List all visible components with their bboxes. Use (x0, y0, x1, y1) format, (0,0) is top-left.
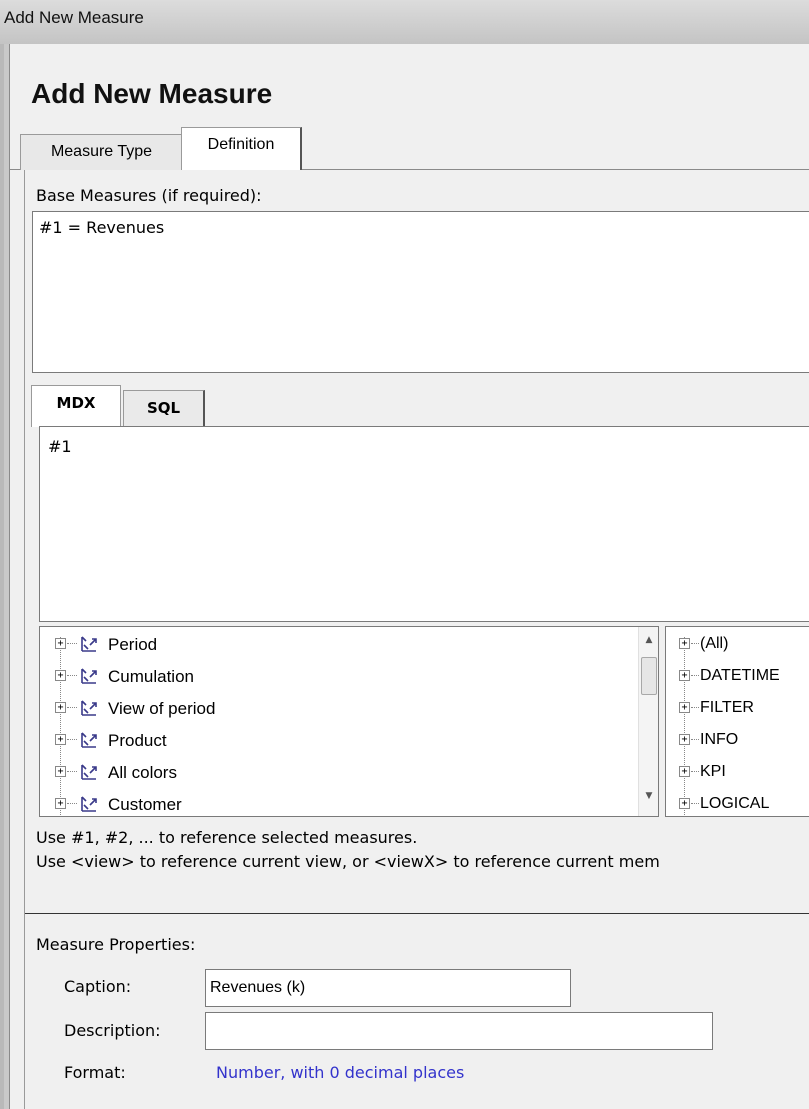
function-tree-item[interactable]: + DATETIME (666, 665, 809, 689)
function-tree-item[interactable]: + (All) (666, 633, 809, 657)
caption-label: Caption: (64, 977, 132, 996)
function-tree-label: (All) (700, 635, 729, 652)
description-input[interactable] (205, 1012, 713, 1050)
tree-connector (691, 771, 699, 772)
tree-connector (691, 675, 699, 676)
dimension-tree-scrollbar[interactable]: ▲ ▼ (638, 627, 658, 816)
expand-icon[interactable]: + (679, 638, 690, 649)
tree-connector (67, 675, 77, 676)
dimension-tree-label: Product (108, 731, 167, 750)
function-tree-label: FILTER (700, 699, 754, 716)
dialog-heading: Add New Measure (31, 78, 273, 109)
tree-connector (67, 803, 77, 804)
expand-icon[interactable]: + (679, 766, 690, 777)
function-tree-label: LOGICAL (700, 795, 770, 812)
tree-guide (60, 637, 61, 816)
dimension-tree-label: Cumulation (108, 667, 194, 686)
tree-connector (691, 643, 699, 644)
function-tree-item[interactable]: + LOGICAL (666, 793, 809, 816)
hierarchy-icon (81, 668, 97, 684)
scroll-down-arrow-icon[interactable]: ▼ (639, 787, 658, 805)
scroll-up-arrow-icon[interactable]: ▲ (639, 631, 658, 649)
tree-connector (691, 739, 699, 740)
dimension-tree-item[interactable]: + Cumulation (40, 665, 630, 689)
dimension-tree-label: View of period (108, 699, 216, 718)
description-label: Description: (64, 1021, 161, 1040)
expand-icon[interactable]: + (55, 766, 66, 777)
tree-connector (67, 707, 77, 708)
expand-icon[interactable]: + (55, 734, 66, 745)
dimension-tree-item[interactable]: + Customer (40, 793, 630, 816)
base-measures-label: Base Measures (if required): (36, 186, 262, 205)
section-divider (25, 913, 809, 914)
function-tree-label: DATETIME (700, 667, 780, 684)
window-titlebar: Add New Measure (0, 0, 809, 44)
function-tree[interactable]: + (All) + DATETIME + FILTER + INFO + KPI + LOGICAL (665, 626, 809, 817)
definition-panel: Base Measures (if required): #1 = Revenu… (24, 170, 809, 1109)
expand-icon[interactable]: + (55, 638, 66, 649)
mdx-expression[interactable]: #1 (48, 437, 72, 456)
hierarchy-icon (81, 636, 97, 652)
function-tree-item[interactable]: + KPI (666, 761, 809, 785)
expand-icon[interactable]: + (679, 798, 690, 809)
expand-icon[interactable]: + (55, 702, 66, 713)
expand-icon[interactable]: + (55, 798, 66, 809)
dimension-tree[interactable]: + Period + Cumulation + View of period + Produc… (39, 626, 659, 817)
tab-mdx[interactable]: MDX (31, 385, 121, 427)
scrollbar-thumb[interactable] (641, 657, 657, 695)
window-title: Add New Measure (4, 8, 144, 27)
mdx-editor[interactable]: #1 (39, 426, 809, 622)
measure-properties-label: Measure Properties: (36, 935, 196, 954)
hint-views: Use <view> to reference current view, or… (36, 852, 660, 871)
hint-measures: Use #1, #2, ... to reference selected me… (36, 828, 418, 847)
function-tree-label: KPI (700, 763, 726, 780)
hierarchy-icon (81, 764, 97, 780)
hierarchy-icon (81, 796, 97, 812)
dimension-tree-item[interactable]: + Period (40, 633, 630, 657)
tree-connector (67, 643, 77, 644)
hierarchy-icon (81, 732, 97, 748)
tree-connector (67, 739, 77, 740)
tab-sql[interactable]: SQL (123, 390, 205, 426)
function-tree-item[interactable]: + INFO (666, 729, 809, 753)
tree-connector (691, 803, 699, 804)
expand-icon[interactable]: + (679, 670, 690, 681)
tree-connector (691, 707, 699, 708)
function-tree-label: INFO (700, 731, 739, 748)
window-frame (0, 44, 4, 1109)
dimension-tree-label: All colors (108, 763, 177, 782)
base-measures-list[interactable]: #1 = Revenues (32, 211, 809, 373)
hierarchy-icon (81, 700, 97, 716)
expand-icon[interactable]: + (679, 734, 690, 745)
format-link[interactable]: Number, with 0 decimal places (216, 1063, 464, 1082)
tab-definition[interactable]: Definition (181, 127, 302, 171)
tree-guide (684, 637, 685, 816)
dimension-tree-item[interactable]: + All colors (40, 761, 630, 785)
function-tree-item[interactable]: + FILTER (666, 697, 809, 721)
expand-icon[interactable]: + (55, 670, 66, 681)
dimension-tree-item[interactable]: + View of period (40, 697, 630, 721)
tab-measure-type[interactable]: Measure Type (20, 134, 183, 170)
dimension-tree-label: Period (108, 635, 158, 654)
dialog: Add New Measure Measure Type Definition … (9, 44, 809, 1109)
base-measure-item[interactable]: #1 = Revenues (39, 218, 164, 237)
dimension-tree-item[interactable]: + Product (40, 729, 630, 753)
format-label: Format: (64, 1063, 126, 1082)
dimension-tree-label: Customer (108, 795, 182, 814)
tree-connector (67, 771, 77, 772)
caption-input[interactable] (205, 969, 571, 1007)
expand-icon[interactable]: + (679, 702, 690, 713)
